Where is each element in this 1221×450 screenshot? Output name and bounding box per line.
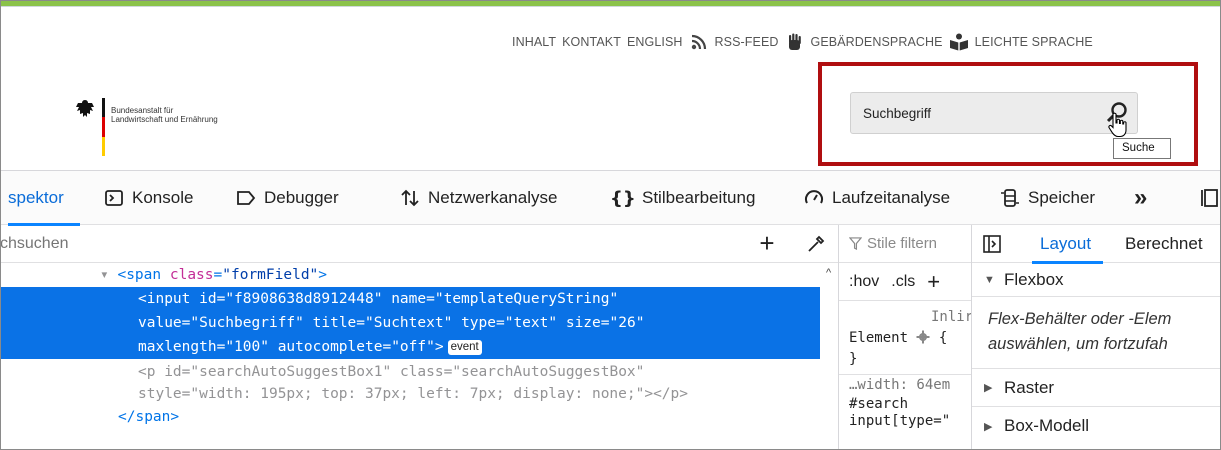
tab-debugger-label: Debugger [264, 188, 339, 207]
rule-selector-2: input[type=" [849, 413, 951, 429]
nav-kontakt-link[interactable]: KONTAKT [562, 35, 621, 49]
rule-selector-1: #search [849, 396, 909, 412]
layout-sidebar: Layout Berechnet ▼ Flexbox Flex-Behälter… [972, 225, 1221, 450]
braces-icon: {} [610, 188, 636, 209]
hand-cursor-icon [1108, 112, 1127, 138]
nav-rss-link[interactable]: RSS-FEED [715, 35, 779, 49]
flexbox-section-header[interactable]: ▼ Flexbox [972, 263, 1221, 297]
markup-node-input-line2: value="Suchbegriff" title="Suchtext" typ… [138, 315, 645, 331]
nav-inhalt-link[interactable]: INHALT [512, 35, 556, 49]
tag-close: > [318, 267, 328, 283]
boxmodel-section-label: Box-Modell [1004, 416, 1090, 435]
federal-eagle-icon [76, 100, 94, 117]
rule-element-close: } [849, 351, 858, 367]
tab-debugger[interactable]: Debugger [236, 171, 339, 225]
markup-view: ▾ <span class="formField"> <input id="f8… [0, 264, 820, 450]
performance-gauge-icon [805, 190, 823, 204]
tab-inspector[interactable]: spektor [8, 171, 80, 226]
hov-toggle[interactable]: :hov [849, 273, 879, 291]
markup-node-p-line1[interactable]: <p id="searchAutoSuggestBox1" class="sea… [138, 361, 644, 383]
easy-language-book-icon [949, 33, 968, 51]
rule-width-line: …width: 64em [849, 377, 951, 393]
rule-element-line: Element { [849, 330, 948, 346]
website-preview: INHALT KONTAKT ENGLISH RSS-FEED GEBÄRDEN… [0, 0, 1221, 170]
markup-node-span-close[interactable]: </span> [118, 406, 179, 428]
flexbox-empty-message: Flex-Behälter oder -Elem auswählen, um f… [972, 297, 1221, 369]
add-rule-button[interactable]: + [927, 269, 940, 295]
collapsed-triangle-icon: ▶ [984, 420, 993, 433]
site-top-divider [0, 6, 1221, 7]
boxmodel-section-header[interactable]: ▶ Box-Modell [972, 407, 1221, 445]
scroll-up-arrow-icon[interactable]: ^ [826, 267, 831, 279]
markup-search-input[interactable] [0, 231, 700, 257]
node-collapse-icon[interactable]: ▾ [100, 267, 109, 283]
sidebar-tabs: Layout Berechnet [972, 225, 1221, 264]
rules-panel: Stile filtern :hov .cls + Inlir Element … [839, 225, 971, 450]
add-node-button[interactable]: + [756, 229, 778, 257]
flex-msg-line1: Flex-Behälter oder -Elem [988, 310, 1172, 328]
logo-line-1: Bundesanstalt für [111, 106, 174, 115]
tab-style-editor[interactable]: {} Stilbearbeitung [610, 171, 755, 225]
devtools-tabbar: spektor Konsole Debugger Netzwerkanalyse… [0, 171, 1221, 226]
console-icon [105, 190, 123, 206]
rss-icon [691, 34, 706, 50]
attr-name: class [169, 267, 214, 283]
nav-english-link[interactable]: ENGLISH [627, 35, 683, 49]
gear-icon[interactable] [916, 330, 930, 344]
tag-span: <span [117, 267, 162, 283]
nav-easy-language-link[interactable]: LEICHTE SPRACHE [975, 35, 1093, 49]
tab-network[interactable]: Netzwerkanalyse [400, 171, 557, 225]
grid-section-label: Raster [1004, 377, 1055, 397]
network-arrows-icon [401, 189, 419, 207]
toggle-pane-icon[interactable] [982, 234, 1002, 254]
logo-text: Bundesanstalt für Landwirtschaft und Ern… [111, 106, 218, 124]
tab-network-label: Netzwerkanalyse [428, 188, 558, 207]
storage-icon [1001, 189, 1019, 207]
ble-logo[interactable]: Bundesanstalt für Landwirtschaft und Ern… [74, 98, 218, 156]
markup-node-p-line2: style="width: 195px; top: 37px; left: 7p… [138, 386, 688, 402]
rules-filter-placeholder: Stile filtern [867, 235, 938, 252]
logo-line-2: Landwirtschaft und Ernährung [111, 115, 218, 124]
expanded-triangle-icon: ▼ [984, 273, 995, 286]
sign-language-hand-icon [788, 33, 801, 50]
markup-node-input-line3: maxlength="100" autocomplete="off"> event [138, 336, 482, 358]
tab-layout[interactable]: Layout [1031, 225, 1104, 264]
markup-search-bar: + [0, 225, 838, 263]
more-tabs-chevron-icon: » [1134, 184, 1148, 211]
flex-msg-line2: auswählen, um fortzufah [988, 335, 1168, 353]
tab-performance-label: Laufzeitanalyse [832, 188, 951, 207]
tab-storage[interactable]: Speicher [1000, 171, 1095, 225]
tab-inspector-label: spektor [8, 188, 64, 207]
rule-inline-label: Inlir [931, 309, 971, 325]
cls-toggle[interactable]: .cls [891, 273, 915, 291]
site-search-input[interactable] [863, 93, 1083, 133]
rules-filter[interactable]: Stile filtern [839, 225, 971, 263]
debugger-icon [237, 191, 256, 205]
nav-sign-language-link[interactable]: GEBÄRDENSPRACHE [811, 35, 943, 49]
flexbox-section-label: Flexbox [1004, 269, 1064, 289]
tab-performance[interactable]: Laufzeitanalyse [804, 171, 950, 225]
german-flag-bar [102, 98, 105, 156]
tab-console-label: Konsole [132, 188, 194, 207]
eyedropper-icon[interactable] [806, 234, 826, 254]
tab-computed[interactable]: Berechnet [1125, 234, 1203, 254]
attr-value: "formField" [222, 267, 319, 283]
search-tooltip: Suche [1113, 138, 1171, 159]
markup-node-input-line1: <input id="f8908638d8912448" name="templ… [138, 291, 619, 307]
filter-funnel-icon [849, 237, 862, 250]
site-search-field[interactable] [850, 92, 1138, 134]
tab-style-editor-label: Stilbearbeitung [642, 188, 756, 207]
event-badge[interactable]: event [447, 340, 482, 355]
grid-section-header[interactable]: ▶ Raster [972, 369, 1221, 407]
collapsed-triangle-icon: ▶ [984, 382, 993, 394]
site-service-nav: INHALT KONTAKT ENGLISH RSS-FEED GEBÄRDEN… [512, 30, 1093, 54]
tab-storage-label: Speicher [1028, 188, 1096, 207]
more-tabs-button[interactable]: » [1134, 171, 1147, 225]
responsive-mode-icon[interactable] [1200, 188, 1220, 208]
pseudo-class-bar: :hov .cls + [839, 263, 971, 301]
devtools-panel: spektor Konsole Debugger Netzwerkanalyse… [0, 170, 1221, 450]
markup-node-span[interactable]: ▾ <span class="formField"> [100, 264, 327, 286]
tab-console[interactable]: Konsole [104, 171, 193, 225]
